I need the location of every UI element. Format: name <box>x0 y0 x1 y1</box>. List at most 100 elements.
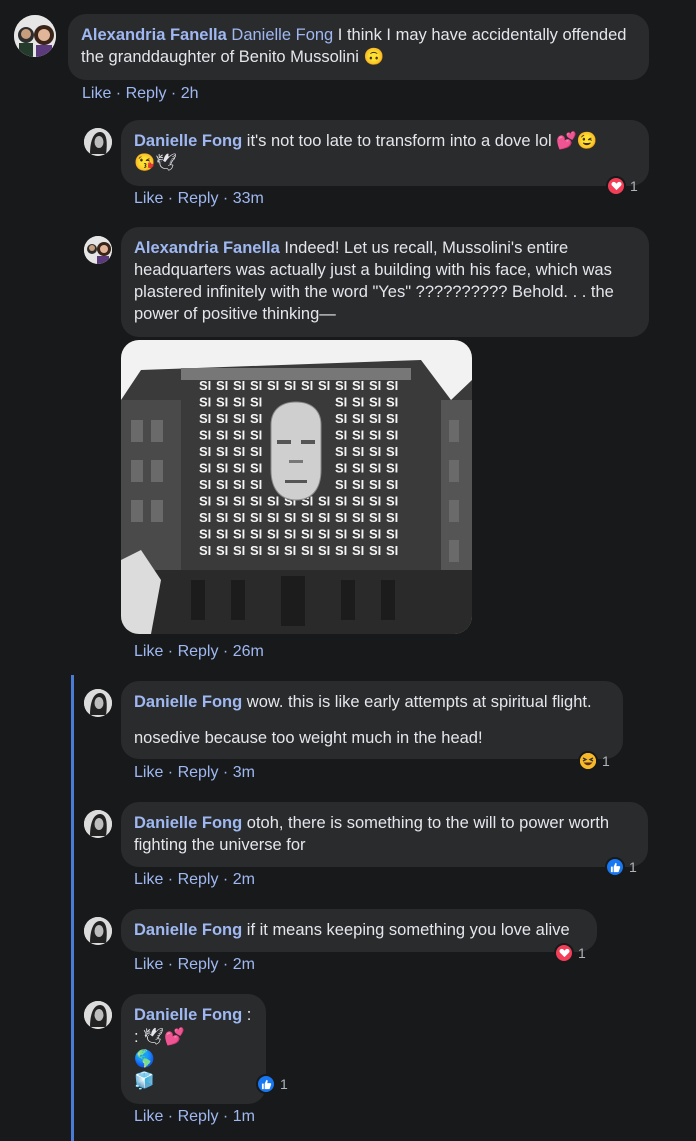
reply-link[interactable]: Reply <box>178 190 219 207</box>
comment-author[interactable]: Danielle Fong <box>134 921 242 939</box>
reaction-count: 1 <box>629 859 637 875</box>
reaction-summary[interactable]: 1 <box>605 857 637 877</box>
timestamp[interactable]: 2m <box>233 871 255 888</box>
si-sign-text: SI <box>216 494 228 509</box>
si-sign-text: SI <box>369 477 381 492</box>
si-sign-text: SI <box>199 477 211 492</box>
reply-link[interactable]: Reply <box>178 764 219 781</box>
comment-author[interactable]: Alexandria Fanella <box>81 26 227 44</box>
comment-actions: Like · Reply · 26m <box>134 642 264 662</box>
si-sign-text: SI <box>335 477 347 492</box>
avatar-danielle[interactable] <box>84 689 112 717</box>
comment-author[interactable]: Danielle Fong <box>134 132 242 150</box>
like-reaction-icon <box>256 1074 276 1094</box>
reaction-summary[interactable]: 1 <box>554 943 586 963</box>
si-sign-text: SI <box>233 395 245 410</box>
si-sign-text: SI <box>250 428 262 443</box>
timestamp[interactable]: 26m <box>233 643 264 660</box>
comment-author[interactable]: Danielle Fong <box>134 1006 242 1024</box>
avatar-image <box>84 128 112 156</box>
comment-bubble: Alexandria Fanella Danielle Fong I think… <box>68 14 649 80</box>
comment-bubble: Danielle Fong if it means keeping someth… <box>121 909 597 952</box>
separator: · <box>218 956 233 973</box>
si-sign-text: SI <box>386 444 398 459</box>
comment-actions: Like · Reply · 33m <box>134 189 264 209</box>
comment-bubble: Danielle Fong : : 🕊💕 🌎 🧊 <box>121 994 266 1104</box>
avatar-image <box>84 810 112 838</box>
si-sign-text: SI <box>233 461 245 476</box>
si-sign-text: SI <box>250 477 262 492</box>
timestamp[interactable]: 2m <box>233 956 255 973</box>
si-sign-text: SI <box>386 378 398 393</box>
reply-link[interactable]: Reply <box>178 956 219 973</box>
like-link[interactable]: Like <box>134 643 163 660</box>
like-link[interactable]: Like <box>134 1108 163 1125</box>
si-sign-text: SI <box>216 461 228 476</box>
si-sign-text: SI <box>216 411 228 426</box>
like-link[interactable]: Like <box>82 85 111 102</box>
si-sign-text: SI <box>386 494 398 509</box>
attached-photo-mussolini-building[interactable]: SI SI SI SI SI SI SI SI SI SI SI SI SI SI SI SI SI SI SI SI… <box>121 340 472 634</box>
si-sign-text: SI <box>267 378 279 393</box>
separator: · <box>218 190 233 207</box>
avatar-danielle[interactable] <box>84 917 112 945</box>
comment-bubble: Alexandria Fanella Indeed! Let us recall… <box>121 227 649 337</box>
si-sign-text: SI <box>250 444 262 459</box>
comment-author[interactable]: Danielle Fong <box>134 693 242 711</box>
si-sign-text: SI <box>386 527 398 542</box>
avatar-danielle[interactable] <box>84 810 112 838</box>
avatar-alexandria-pair[interactable] <box>14 15 56 57</box>
comment-text: wow. this is like early attempts at spir… <box>242 693 592 711</box>
like-link[interactable]: Like <box>134 764 163 781</box>
si-sign-text: SI <box>335 444 347 459</box>
building-photo: SI SI SI SI SI SI SI SI SI SI SI SISI SI SI SI SI SI SI SI… <box>121 340 472 634</box>
reply-link[interactable]: Reply <box>126 85 167 102</box>
reaction-summary[interactable]: 1 <box>578 751 610 771</box>
si-sign-text: SI <box>369 527 381 542</box>
like-link[interactable]: Like <box>134 871 163 888</box>
si-sign-text: SI <box>352 477 364 492</box>
si-sign-text: SI <box>352 444 364 459</box>
comment-author[interactable]: Danielle Fong <box>134 814 242 832</box>
avatar-alexandria[interactable] <box>84 236 112 264</box>
separator: · <box>163 1108 178 1125</box>
si-sign-text: SI <box>318 510 330 525</box>
timestamp[interactable]: 1m <box>233 1108 255 1125</box>
si-sign-text: SI <box>335 395 347 410</box>
reply-thread-line <box>71 675 74 1141</box>
timestamp[interactable]: 3m <box>233 764 255 781</box>
si-sign-text: SI <box>199 395 211 410</box>
like-link[interactable]: Like <box>134 956 163 973</box>
si-sign-text: SI <box>250 543 262 558</box>
comment-actions: Like · Reply · 2m <box>134 955 255 975</box>
comment-bubble: Danielle Fong otoh, there is something t… <box>121 802 648 867</box>
si-sign-text: SI <box>216 428 228 443</box>
si-sign-text: SI <box>386 510 398 525</box>
si-sign-text: SI <box>369 395 381 410</box>
si-sign-text: SI <box>318 527 330 542</box>
si-sign-text: SI <box>250 378 262 393</box>
si-sign-text: SI <box>386 477 398 492</box>
reaction-summary[interactable]: 1 <box>606 176 638 196</box>
si-sign-text: SI <box>335 411 347 426</box>
like-link[interactable]: Like <box>134 190 163 207</box>
reply-link[interactable]: Reply <box>178 871 219 888</box>
comment-author[interactable]: Alexandria Fanella <box>134 239 280 257</box>
avatar-danielle[interactable] <box>84 1001 112 1029</box>
reply-link[interactable]: Reply <box>178 643 219 660</box>
reply-link[interactable]: Reply <box>178 1108 219 1125</box>
si-sign-text: SI <box>250 494 262 509</box>
si-sign-text: SI <box>335 543 347 558</box>
comment-actions: Like · Reply · 3m <box>134 763 255 783</box>
timestamp[interactable]: 2h <box>181 85 199 102</box>
si-sign-text: SI <box>369 411 381 426</box>
avatar-image <box>84 917 112 945</box>
comment-mention[interactable]: Danielle Fong <box>231 26 333 44</box>
si-sign-text: SI <box>369 494 381 509</box>
si-sign-text: SI <box>216 510 228 525</box>
si-sign-text: SI <box>267 527 279 542</box>
reaction-summary[interactable]: 1 <box>256 1074 288 1094</box>
timestamp[interactable]: 33m <box>233 190 264 207</box>
si-sign-text: SI <box>199 510 211 525</box>
avatar-danielle[interactable] <box>84 128 112 156</box>
